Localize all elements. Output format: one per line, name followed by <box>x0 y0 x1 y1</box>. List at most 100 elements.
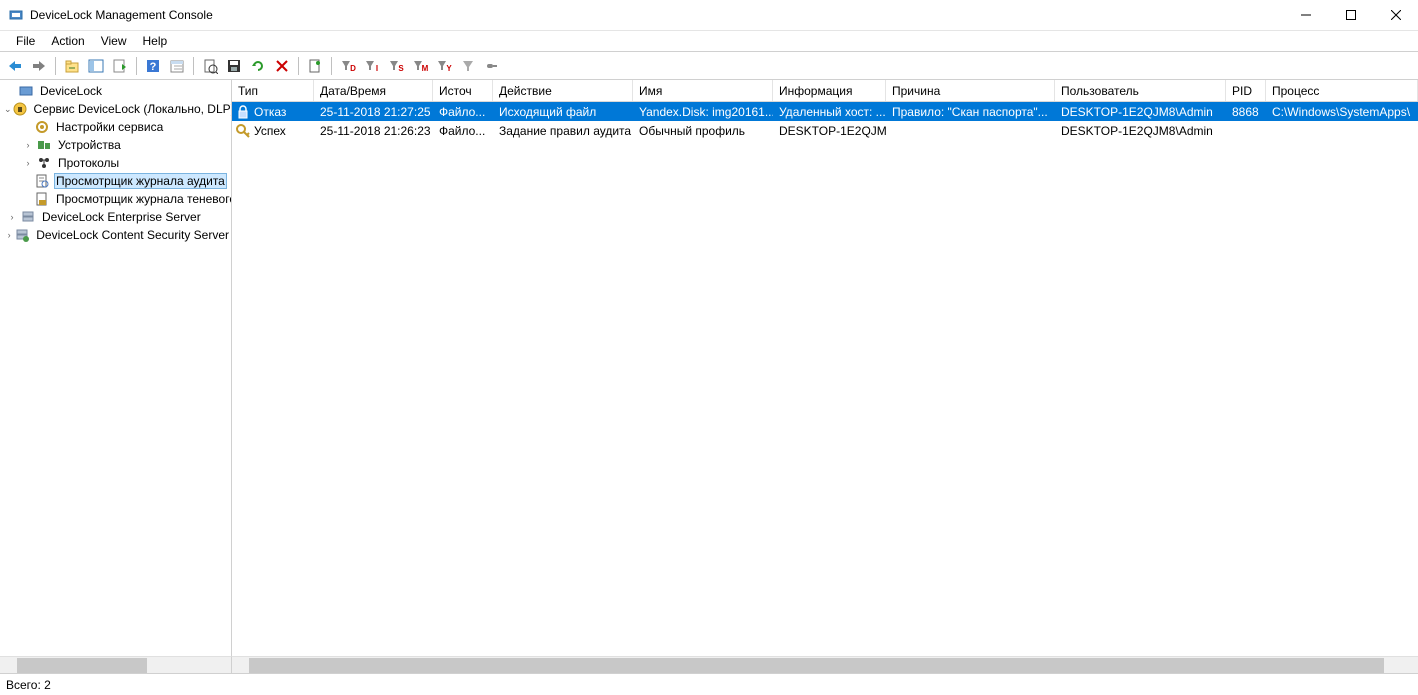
table-row[interactable]: Успех25-11-2018 21:26:23Файло...Задание … <box>232 121 1418 140</box>
tree-node-devices[interactable]: › Устройства <box>0 136 231 154</box>
cell-action: Задание правил аудита <box>493 124 633 138</box>
table-row[interactable]: Отказ25-11-2018 21:27:25Файло...Исходящи… <box>232 102 1418 121</box>
close-button[interactable] <box>1373 0 1418 30</box>
list-body[interactable]: Отказ25-11-2018 21:27:25Файло...Исходящи… <box>232 102 1418 656</box>
tree-node-enterprise[interactable]: › DeviceLock Enterprise Server <box>0 208 231 226</box>
minimize-button[interactable] <box>1283 0 1328 30</box>
maximize-button[interactable] <box>1328 0 1373 30</box>
col-type[interactable]: Тип <box>232 80 314 101</box>
calendar-button[interactable] <box>166 55 188 77</box>
scrollbar-row <box>0 656 1418 673</box>
refresh-button[interactable] <box>247 55 269 77</box>
cell-datetime: 25-11-2018 21:26:23 <box>314 124 433 138</box>
menu-view[interactable]: View <box>93 32 135 50</box>
export-list-button[interactable] <box>109 55 131 77</box>
cell-type: Отказ <box>232 104 314 120</box>
window-controls <box>1283 0 1418 30</box>
toolbar: ? D I S M Y <box>0 52 1418 80</box>
filter-funnel-button[interactable] <box>457 55 479 77</box>
save-button[interactable] <box>223 55 245 77</box>
open-log-button[interactable] <box>199 55 221 77</box>
cell-type: Успех <box>232 123 314 139</box>
tree-node-root[interactable]: DeviceLock <box>0 82 231 100</box>
up-level-button[interactable] <box>61 55 83 77</box>
cell-action: Исходящий файл <box>493 105 633 119</box>
menu-action[interactable]: Action <box>43 32 92 50</box>
connect-button[interactable] <box>481 55 503 77</box>
audit-log-icon <box>34 173 50 189</box>
main-area: DeviceLock ⌄ Сервис DeviceLock (Локально… <box>0 80 1418 656</box>
tree-node-protocols[interactable]: › Протоколы <box>0 154 231 172</box>
protocols-icon <box>36 155 52 171</box>
deny-lock-icon <box>235 104 251 120</box>
expander-icon[interactable]: › <box>4 230 14 240</box>
col-action[interactable]: Действие <box>493 80 633 101</box>
filter-yi-button[interactable]: I <box>361 55 383 77</box>
cell-source: Файло... <box>433 105 493 119</box>
window-title: DeviceLock Management Console <box>30 8 213 22</box>
svg-text:I: I <box>376 64 378 72</box>
filter-yy-button[interactable]: Y <box>433 55 455 77</box>
col-source[interactable]: Источ <box>433 80 493 101</box>
col-reason[interactable]: Причина <box>886 80 1055 101</box>
expander-icon[interactable]: › <box>4 212 20 222</box>
cell-reason: Правило: "Скан паспорта"... <box>886 105 1055 119</box>
expander-icon[interactable]: ⌄ <box>4 104 12 115</box>
scrollbar-thumb[interactable] <box>249 658 1384 673</box>
nav-forward-button[interactable] <box>28 55 50 77</box>
tree-node-shadow-viewer[interactable]: Просмотрщик журнала теневого <box>0 190 231 208</box>
cell-pid: 8868 <box>1226 105 1266 119</box>
devices-icon <box>36 137 52 153</box>
statusbar: Всего: 2 <box>0 673 1418 695</box>
service-lock-icon <box>12 101 28 117</box>
filter-ym-button[interactable]: M <box>409 55 431 77</box>
col-process[interactable]: Процесс <box>1266 80 1418 101</box>
server-icon <box>20 209 36 225</box>
svg-text:D: D <box>350 64 356 72</box>
col-datetime[interactable]: Дата/Время <box>314 80 433 101</box>
titlebar: DeviceLock Management Console <box>0 0 1418 30</box>
filter-ys-button[interactable]: S <box>385 55 407 77</box>
list-pane: Тип Дата/Время Источ Действие Имя Информ… <box>232 80 1418 656</box>
gear-icon <box>34 119 50 135</box>
document-button[interactable] <box>304 55 326 77</box>
svg-text:M: M <box>422 64 428 72</box>
expander-icon[interactable]: › <box>20 140 36 150</box>
shadow-log-icon <box>34 191 50 207</box>
app-icon <box>8 7 24 23</box>
menu-help[interactable]: Help <box>135 32 176 50</box>
tree-pane: DeviceLock ⌄ Сервис DeviceLock (Локально… <box>0 80 232 656</box>
show-hide-tree-button[interactable] <box>85 55 107 77</box>
nav-back-button[interactable] <box>4 55 26 77</box>
delete-button[interactable] <box>271 55 293 77</box>
tree-node-content-security[interactable]: › DeviceLock Content Security Server <box>0 226 231 244</box>
cell-user: DESKTOP-1E2QJM8\Admin <box>1055 105 1226 119</box>
scrollbar-thumb[interactable] <box>17 658 147 673</box>
list-header: Тип Дата/Время Источ Действие Имя Информ… <box>232 80 1418 102</box>
col-name[interactable]: Имя <box>633 80 773 101</box>
cell-process: C:\Windows\SystemApps\ <box>1266 105 1418 119</box>
tree-node-service[interactable]: ⌄ Сервис DeviceLock (Локально, DLP) <box>0 100 231 118</box>
svg-text:S: S <box>398 64 404 72</box>
devicelock-icon <box>18 83 34 99</box>
status-total: Всего: 2 <box>6 678 51 692</box>
expander-icon[interactable]: › <box>20 158 36 168</box>
list-horizontal-scrollbar[interactable] <box>232 656 1418 673</box>
cell-user: DESKTOP-1E2QJM8\Admin <box>1055 124 1226 138</box>
tree[interactable]: DeviceLock ⌄ Сервис DeviceLock (Локально… <box>0 80 231 656</box>
tree-node-settings[interactable]: Настройки сервиса <box>0 118 231 136</box>
success-key-icon <box>235 123 251 139</box>
col-user[interactable]: Пользователь <box>1055 80 1226 101</box>
help-button[interactable]: ? <box>142 55 164 77</box>
cell-name: Yandex.Disk: img20161... <box>633 105 773 119</box>
tree-horizontal-scrollbar[interactable] <box>0 656 232 673</box>
cell-name: Обычный профиль <box>633 124 773 138</box>
menu-file[interactable]: File <box>8 32 43 50</box>
filter-yd-button[interactable]: D <box>337 55 359 77</box>
svg-text:Y: Y <box>446 64 452 72</box>
col-pid[interactable]: PID <box>1226 80 1266 101</box>
svg-text:?: ? <box>150 61 157 73</box>
menubar: File Action View Help <box>0 30 1418 52</box>
tree-node-audit-viewer[interactable]: Просмотрщик журнала аудита <box>0 172 231 190</box>
col-info[interactable]: Информация <box>773 80 886 101</box>
